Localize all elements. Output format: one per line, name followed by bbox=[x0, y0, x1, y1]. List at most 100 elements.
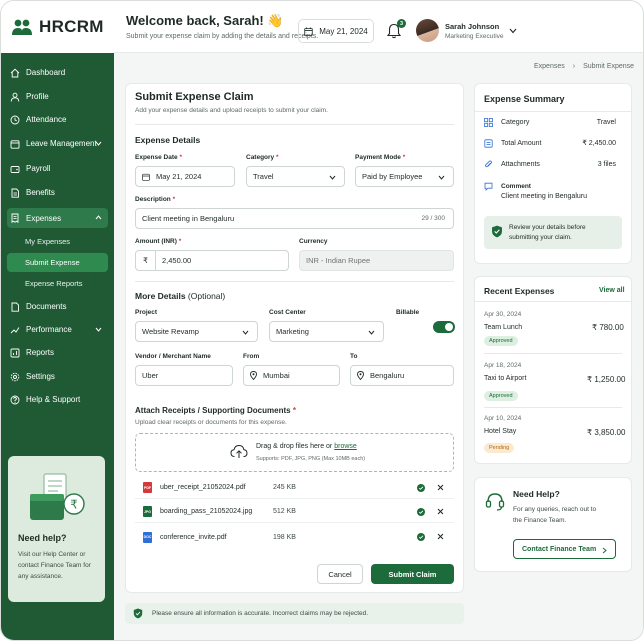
check-circle-icon bbox=[417, 508, 425, 516]
chevron-down-icon[interactable] bbox=[509, 28, 517, 34]
shield-check-icon bbox=[133, 608, 143, 619]
top-header: Welcome back, Sarah! 👋 Submit your expen… bbox=[114, 1, 643, 53]
sidebar-item-reports[interactable]: Reports bbox=[7, 343, 108, 362]
sidebar-item-dashboard[interactable]: Dashboard bbox=[7, 63, 108, 82]
recent-item-date: Apr 10, 2024 bbox=[484, 415, 522, 422]
sidebar: Dashboard Profile Attendance Leave Manag… bbox=[1, 53, 114, 640]
grid-icon bbox=[484, 117, 493, 127]
description-char-count: 29 / 300 bbox=[421, 215, 446, 222]
sidebar-item-profile[interactable]: Profile bbox=[7, 87, 108, 106]
recent-item-name[interactable]: Hotel Stay bbox=[484, 428, 516, 435]
breadcrumb-parent[interactable]: Expenses bbox=[534, 63, 565, 70]
support-text: For any queries, reach out to the Financ… bbox=[513, 506, 597, 524]
cost-center-label: Cost Center bbox=[269, 309, 306, 316]
vendor-input[interactable]: Uber bbox=[135, 365, 233, 386]
gear-icon bbox=[10, 372, 20, 381]
chevron-down-icon bbox=[329, 175, 336, 180]
recent-item-amount: ₹ 3,850.00 bbox=[587, 428, 626, 437]
chevron-up-icon bbox=[95, 215, 102, 220]
wallet-illustration-icon: ₹ bbox=[30, 473, 85, 520]
status-badge: Approved bbox=[484, 336, 518, 346]
users-logo-icon bbox=[12, 19, 32, 35]
breadcrumb-separator-icon: › bbox=[572, 63, 576, 70]
user-name[interactable]: Sarah Johnson bbox=[445, 22, 499, 31]
file-name: boarding_pass_21052024.jpg bbox=[160, 508, 253, 515]
sidebar-item-help-support[interactable]: Help & Support bbox=[7, 390, 108, 409]
summary-title: Expense Summary bbox=[484, 94, 565, 104]
date-picker[interactable]: May 21, 2024 bbox=[298, 19, 374, 43]
description-label: Description * bbox=[135, 196, 176, 203]
review-text: Review your details before submitting yo… bbox=[509, 224, 586, 241]
recent-item-name[interactable]: Team Lunch bbox=[484, 324, 522, 331]
svg-text:₹: ₹ bbox=[70, 498, 78, 512]
sidebar-item-leave-management[interactable]: Leave Management bbox=[7, 134, 108, 153]
summary-comment-row: Comment bbox=[484, 179, 616, 193]
sidebar-item-performance[interactable]: Performance bbox=[7, 320, 108, 339]
sidebar-item-benefits[interactable]: Benefits bbox=[7, 183, 108, 202]
to-label: To bbox=[350, 353, 358, 360]
payment-mode-select[interactable]: Paid by Employee bbox=[355, 166, 454, 187]
browse-link[interactable]: browse bbox=[334, 443, 357, 450]
breadcrumb-current: Submit Expense bbox=[583, 63, 635, 70]
brand[interactable]: HRCRM bbox=[1, 1, 114, 53]
currency-field: INR - Indian Rupee bbox=[299, 250, 454, 271]
divider bbox=[474, 301, 632, 302]
close-icon[interactable] bbox=[437, 533, 444, 540]
sidebar-subitem-my-expenses[interactable]: My Expenses bbox=[7, 232, 108, 251]
sidebar-subitem-submit-expense[interactable]: Submit Expense bbox=[7, 253, 108, 272]
file-name: uber_receipt_21052024.pdf bbox=[160, 484, 246, 491]
attach-title: Attach Receipts / Supporting Documents * bbox=[135, 406, 296, 415]
breadcrumb: Expenses › Submit Expense bbox=[534, 63, 634, 70]
submit-claim-button[interactable]: Submit Claim bbox=[371, 564, 454, 584]
map-pin-icon bbox=[357, 371, 364, 380]
file-dropzone[interactable]: Drag & drop files here or browse Support… bbox=[135, 433, 454, 472]
amount-label: Amount (INR) * bbox=[135, 238, 182, 245]
image-file-icon: JPG bbox=[143, 506, 152, 517]
billable-label: Billable bbox=[396, 309, 420, 316]
recent-item-name[interactable]: Taxi to Airport bbox=[484, 375, 526, 382]
file-row: JPG boarding_pass_21052024.jpg 512 KB bbox=[135, 501, 454, 523]
summary-total-row: Total Amount ₹ 2,450.00 bbox=[484, 136, 616, 150]
clock-icon bbox=[10, 115, 20, 124]
trend-icon bbox=[10, 326, 20, 333]
summary-category-row: Category Travel bbox=[484, 115, 616, 129]
sidebar-item-settings[interactable]: Settings bbox=[7, 367, 108, 386]
support-title: Need Help? bbox=[513, 489, 560, 499]
sidebar-item-documents[interactable]: Documents bbox=[7, 297, 108, 316]
map-pin-icon bbox=[250, 371, 257, 380]
header-date: May 21, 2024 bbox=[319, 26, 368, 36]
to-input[interactable]: Bengaluru bbox=[350, 365, 454, 386]
summary-attachments-row: Attachments 3 files bbox=[484, 157, 616, 171]
amount-input[interactable]: ₹ 2,450.00 bbox=[135, 250, 289, 271]
sidebar-item-expenses[interactable]: Expenses bbox=[7, 208, 108, 228]
avatar[interactable] bbox=[416, 19, 439, 42]
doc-file-icon: DOC bbox=[143, 531, 152, 543]
from-input[interactable]: Mumbai bbox=[243, 365, 340, 386]
paperclip-icon bbox=[485, 159, 492, 167]
category-select[interactable]: Travel bbox=[246, 166, 345, 187]
dropzone-text: Drag & drop files here or browse bbox=[256, 443, 357, 450]
chevron-right-icon bbox=[602, 547, 607, 554]
project-select[interactable]: Website Revamp bbox=[135, 321, 258, 342]
file-name: conference_invite.pdf bbox=[160, 533, 227, 541]
contact-finance-button[interactable]: Contact Finance Team bbox=[513, 539, 616, 559]
cost-center-select[interactable]: Marketing bbox=[269, 321, 384, 342]
cancel-button[interactable]: Cancel bbox=[317, 564, 363, 584]
sidebar-subitem-expense-reports[interactable]: Expense Reports bbox=[7, 274, 108, 293]
receipt-icon bbox=[484, 138, 493, 148]
expense-date-field[interactable]: May 21, 2024 bbox=[135, 166, 235, 187]
close-icon[interactable] bbox=[437, 484, 444, 491]
headset-icon bbox=[485, 493, 505, 511]
view-all-link[interactable]: View all bbox=[599, 287, 625, 294]
notification-badge: 3 bbox=[397, 19, 406, 28]
chevron-down-icon bbox=[95, 327, 102, 332]
sidebar-item-attendance[interactable]: Attendance bbox=[7, 110, 108, 129]
billable-toggle[interactable] bbox=[433, 321, 455, 333]
description-input[interactable]: Client meeting in Bengaluru 29 / 300 bbox=[135, 208, 454, 229]
wallet-icon bbox=[10, 165, 20, 173]
home-icon bbox=[10, 68, 20, 77]
sidebar-item-payroll[interactable]: Payroll bbox=[7, 159, 108, 178]
file-size: 198 KB bbox=[273, 533, 296, 541]
close-icon[interactable] bbox=[437, 508, 444, 515]
file-row: DOC conference_invite.pdf 198 KB bbox=[135, 526, 454, 548]
